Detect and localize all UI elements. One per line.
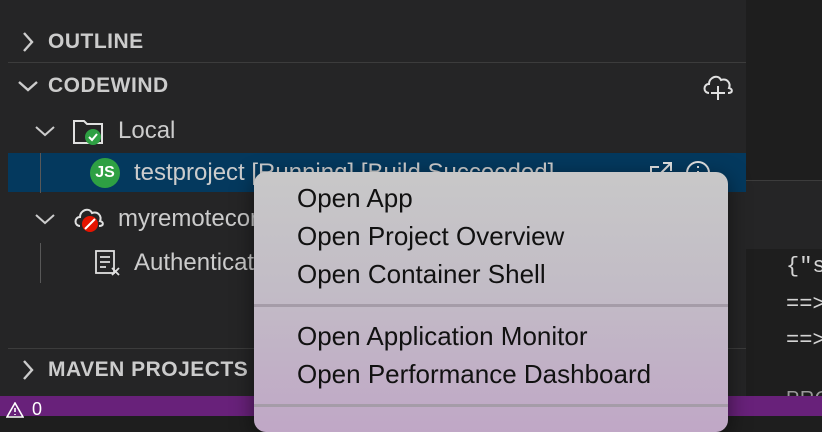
javascript-badge-icon: JS [90, 157, 120, 188]
panel-tab-bar: PRO [746, 180, 822, 410]
warning-icon [6, 401, 24, 418]
chevron-right-icon [8, 31, 48, 53]
menu-separator [254, 304, 728, 307]
cloud-plus-icon[interactable] [700, 70, 736, 102]
warning-count: 0 [32, 399, 43, 419]
codewind-title: CODEWIND [48, 74, 169, 97]
menu-separator [254, 404, 728, 407]
output-line-3: ==> [786, 328, 822, 353]
cloud-disconnected-icon [72, 204, 108, 234]
chevron-down-icon [34, 123, 56, 139]
chevron-right-icon [8, 359, 48, 381]
output-line-1: {"s [786, 254, 822, 279]
outline-section-header[interactable]: OUTLINE [8, 22, 746, 62]
indent-guide [40, 153, 41, 193]
output-line-2: ==> [786, 292, 822, 317]
codewind-section-header[interactable]: CODEWIND [8, 66, 746, 106]
maven-title: MAVEN PROJECTS [48, 358, 249, 381]
context-menu: Open App Open Project Overview Open Cont… [254, 172, 728, 432]
server-error-icon [94, 248, 122, 278]
chevron-down-icon [8, 78, 48, 94]
tree-item-label: Local [118, 116, 176, 144]
menu-item-open-performance-dashboard[interactable]: Open Performance Dashboard [297, 359, 651, 390]
outline-title: OUTLINE [48, 30, 144, 53]
section-divider [8, 62, 746, 63]
tree-item-local[interactable]: Local [8, 111, 746, 150]
folder-check-icon [72, 116, 106, 146]
menu-item-open-project-overview[interactable]: Open Project Overview [297, 221, 564, 252]
status-warnings[interactable]: 0 [6, 399, 42, 420]
chevron-down-icon [34, 211, 56, 227]
indent-guide [40, 243, 41, 283]
menu-item-open-app[interactable]: Open App [297, 183, 413, 214]
menu-item-open-application-monitor[interactable]: Open Application Monitor [297, 321, 588, 352]
menu-item-open-container-shell[interactable]: Open Container Shell [297, 259, 546, 290]
